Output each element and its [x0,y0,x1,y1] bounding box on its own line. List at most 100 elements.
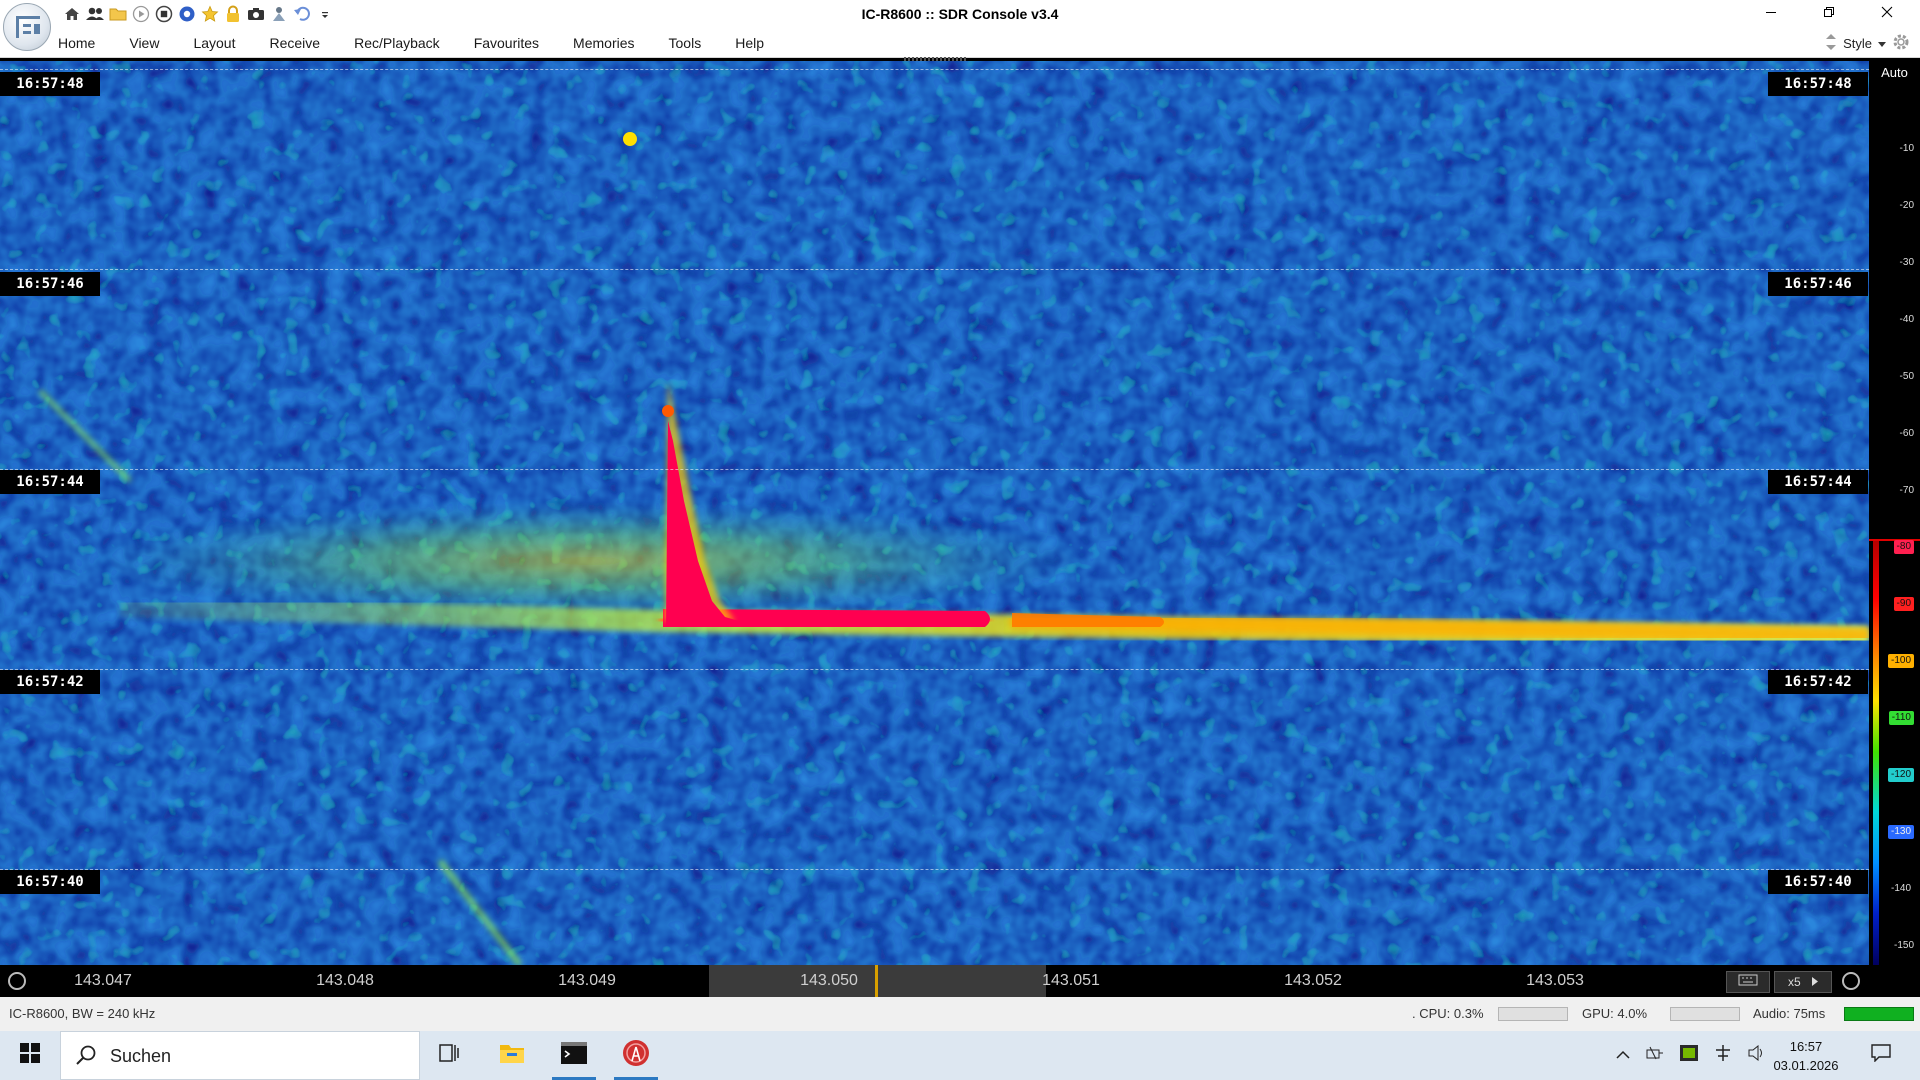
camera-icon[interactable] [246,4,266,24]
style-menu[interactable]: Style [1843,36,1872,51]
menu-tools[interactable]: Tools [669,28,702,58]
menu-view[interactable]: View [129,28,159,58]
globe-icon[interactable] [177,4,197,24]
keyboard-button[interactable] [1726,971,1770,993]
device-status: IC-R8600, BW = 240 kHz [9,1006,156,1021]
waterfall-image [0,61,1869,965]
title-bar: IC-R8600 :: SDR Console v3.4 [0,0,1920,28]
scroll-left-button[interactable] [8,972,26,990]
time-label-right: 16:57:42 [1768,670,1868,694]
cpu-meter [1498,1007,1568,1021]
scale-tick: -80 [1893,540,1914,554]
lock-icon[interactable] [223,4,243,24]
taskbar-terminal[interactable] [546,1031,602,1080]
style-toggle-icon[interactable] [1825,33,1837,54]
scale-tick: -100 [1887,654,1914,668]
gear-icon[interactable] [1892,33,1910,54]
application-menu-button[interactable] [3,3,51,51]
minimize-icon [1765,5,1777,23]
menu-help[interactable]: Help [735,28,764,58]
star-icon[interactable] [200,4,220,24]
nvidia-icon[interactable] [1680,1045,1698,1066]
minimize-button[interactable] [1748,0,1794,28]
restore-button[interactable] [1806,0,1852,28]
menu-home[interactable]: Home [58,28,95,58]
notification-icon [1871,1044,1891,1067]
stop-icon[interactable] [154,4,174,24]
frequency-label: 143.052 [1284,972,1342,989]
scale-tick: -10 [1899,143,1914,154]
scroll-right-button[interactable] [1842,972,1860,990]
scale-tick: -120 [1887,768,1914,782]
taskbar-sdr-console[interactable] [608,1031,664,1080]
auto-scale-button[interactable]: Auto [1869,65,1920,80]
windows-taskbar: Suchen 16:57 03.01.2026 [0,1031,1920,1080]
frequency-axis[interactable]: 143.047 143.048 143.049 143.050 143.051 … [0,965,1920,997]
pin-icon[interactable] [269,4,289,24]
chevron-up-icon[interactable] [1616,1047,1630,1065]
frequency-label: 143.053 [1526,972,1584,989]
windows-logo-icon [20,1043,40,1068]
level-scale[interactable]: Auto -10 -20 -30 -40 -50 -60 -70 -80 -90… [1869,61,1920,965]
undo-icon[interactable] [292,4,312,24]
file-explorer-icon [499,1042,525,1069]
menu-favourites[interactable]: Favourites [474,28,539,58]
sdr-console-icon [622,1039,650,1072]
waterfall-display[interactable]: 16:57:48 16:57:46 16:57:44 16:57:42 16:5… [0,61,1869,965]
dropdown-icon[interactable] [315,4,335,24]
device-icon[interactable] [1646,1045,1664,1066]
zoom-selector[interactable]: x5 [1774,971,1832,993]
audio-latency: Audio: 75ms [1753,1006,1826,1021]
time-label-left: 16:57:42 [0,670,100,694]
start-button[interactable] [0,1031,60,1080]
time-gridline [0,669,1869,670]
taskbar-search[interactable]: Suchen [60,1031,420,1080]
clock-date: 03.01.2026 [1773,1058,1839,1073]
scale-tick: -40 [1899,314,1914,325]
notifications-button[interactable] [1856,1031,1906,1080]
search-icon [75,1045,97,1072]
scale-tick: -90 [1893,597,1914,611]
scale-tick: -30 [1899,257,1914,268]
frequency-label: 143.047 [74,972,132,989]
home-icon[interactable] [62,4,82,24]
close-button[interactable] [1864,0,1910,28]
taskbar-file-explorer[interactable] [484,1031,540,1080]
play-icon[interactable] [131,4,151,24]
menu-layout[interactable]: Layout [193,28,235,58]
close-icon [1881,5,1893,23]
volume-icon[interactable] [1748,1044,1766,1066]
app-menu-icon [16,16,40,38]
task-view-button[interactable] [422,1031,478,1080]
chevron-down-icon[interactable] [1878,36,1886,51]
menu-rec-playback[interactable]: Rec/Playback [354,28,440,58]
zoom-value: x5 [1787,975,1801,989]
time-label-right: 16:57:46 [1768,272,1868,296]
time-label-left: 16:57:48 [0,72,100,96]
taskbar-clock[interactable]: 16:57 03.01.2026 [1766,1037,1846,1075]
gpu-usage: GPU: 4.0% [1582,1006,1648,1021]
status-bar: IC-R8600, BW = 240 kHz . CPU: 0.3% GPU: … [0,997,1920,1031]
time-label-right: 16:57:48 [1768,72,1868,96]
gpu-meter [1670,1007,1740,1021]
menu-receive[interactable]: Receive [270,28,321,58]
scale-tick: -140 [1887,882,1914,896]
task-view-icon [439,1043,461,1068]
scale-tick: -130 [1887,825,1914,839]
users-icon[interactable] [85,4,105,24]
menu-memories[interactable]: Memories [573,28,634,58]
quick-access-toolbar [62,3,335,25]
time-label-left: 16:57:44 [0,470,100,494]
network-icon[interactable] [1714,1044,1732,1067]
restore-icon [1823,5,1835,23]
scale-tick: -50 [1899,371,1914,382]
time-gridline [0,869,1869,870]
time-label-left: 16:57:40 [0,870,100,894]
cpu-usage: . CPU: 0.3% [1412,1006,1484,1021]
frequency-label: 143.050 [800,972,858,989]
time-label-right: 16:57:40 [1768,870,1868,894]
scale-tick: -150 [1893,940,1914,951]
scale-tick: -60 [1899,428,1914,439]
frequency-label: 143.049 [558,972,616,989]
folder-icon[interactable] [108,4,128,24]
